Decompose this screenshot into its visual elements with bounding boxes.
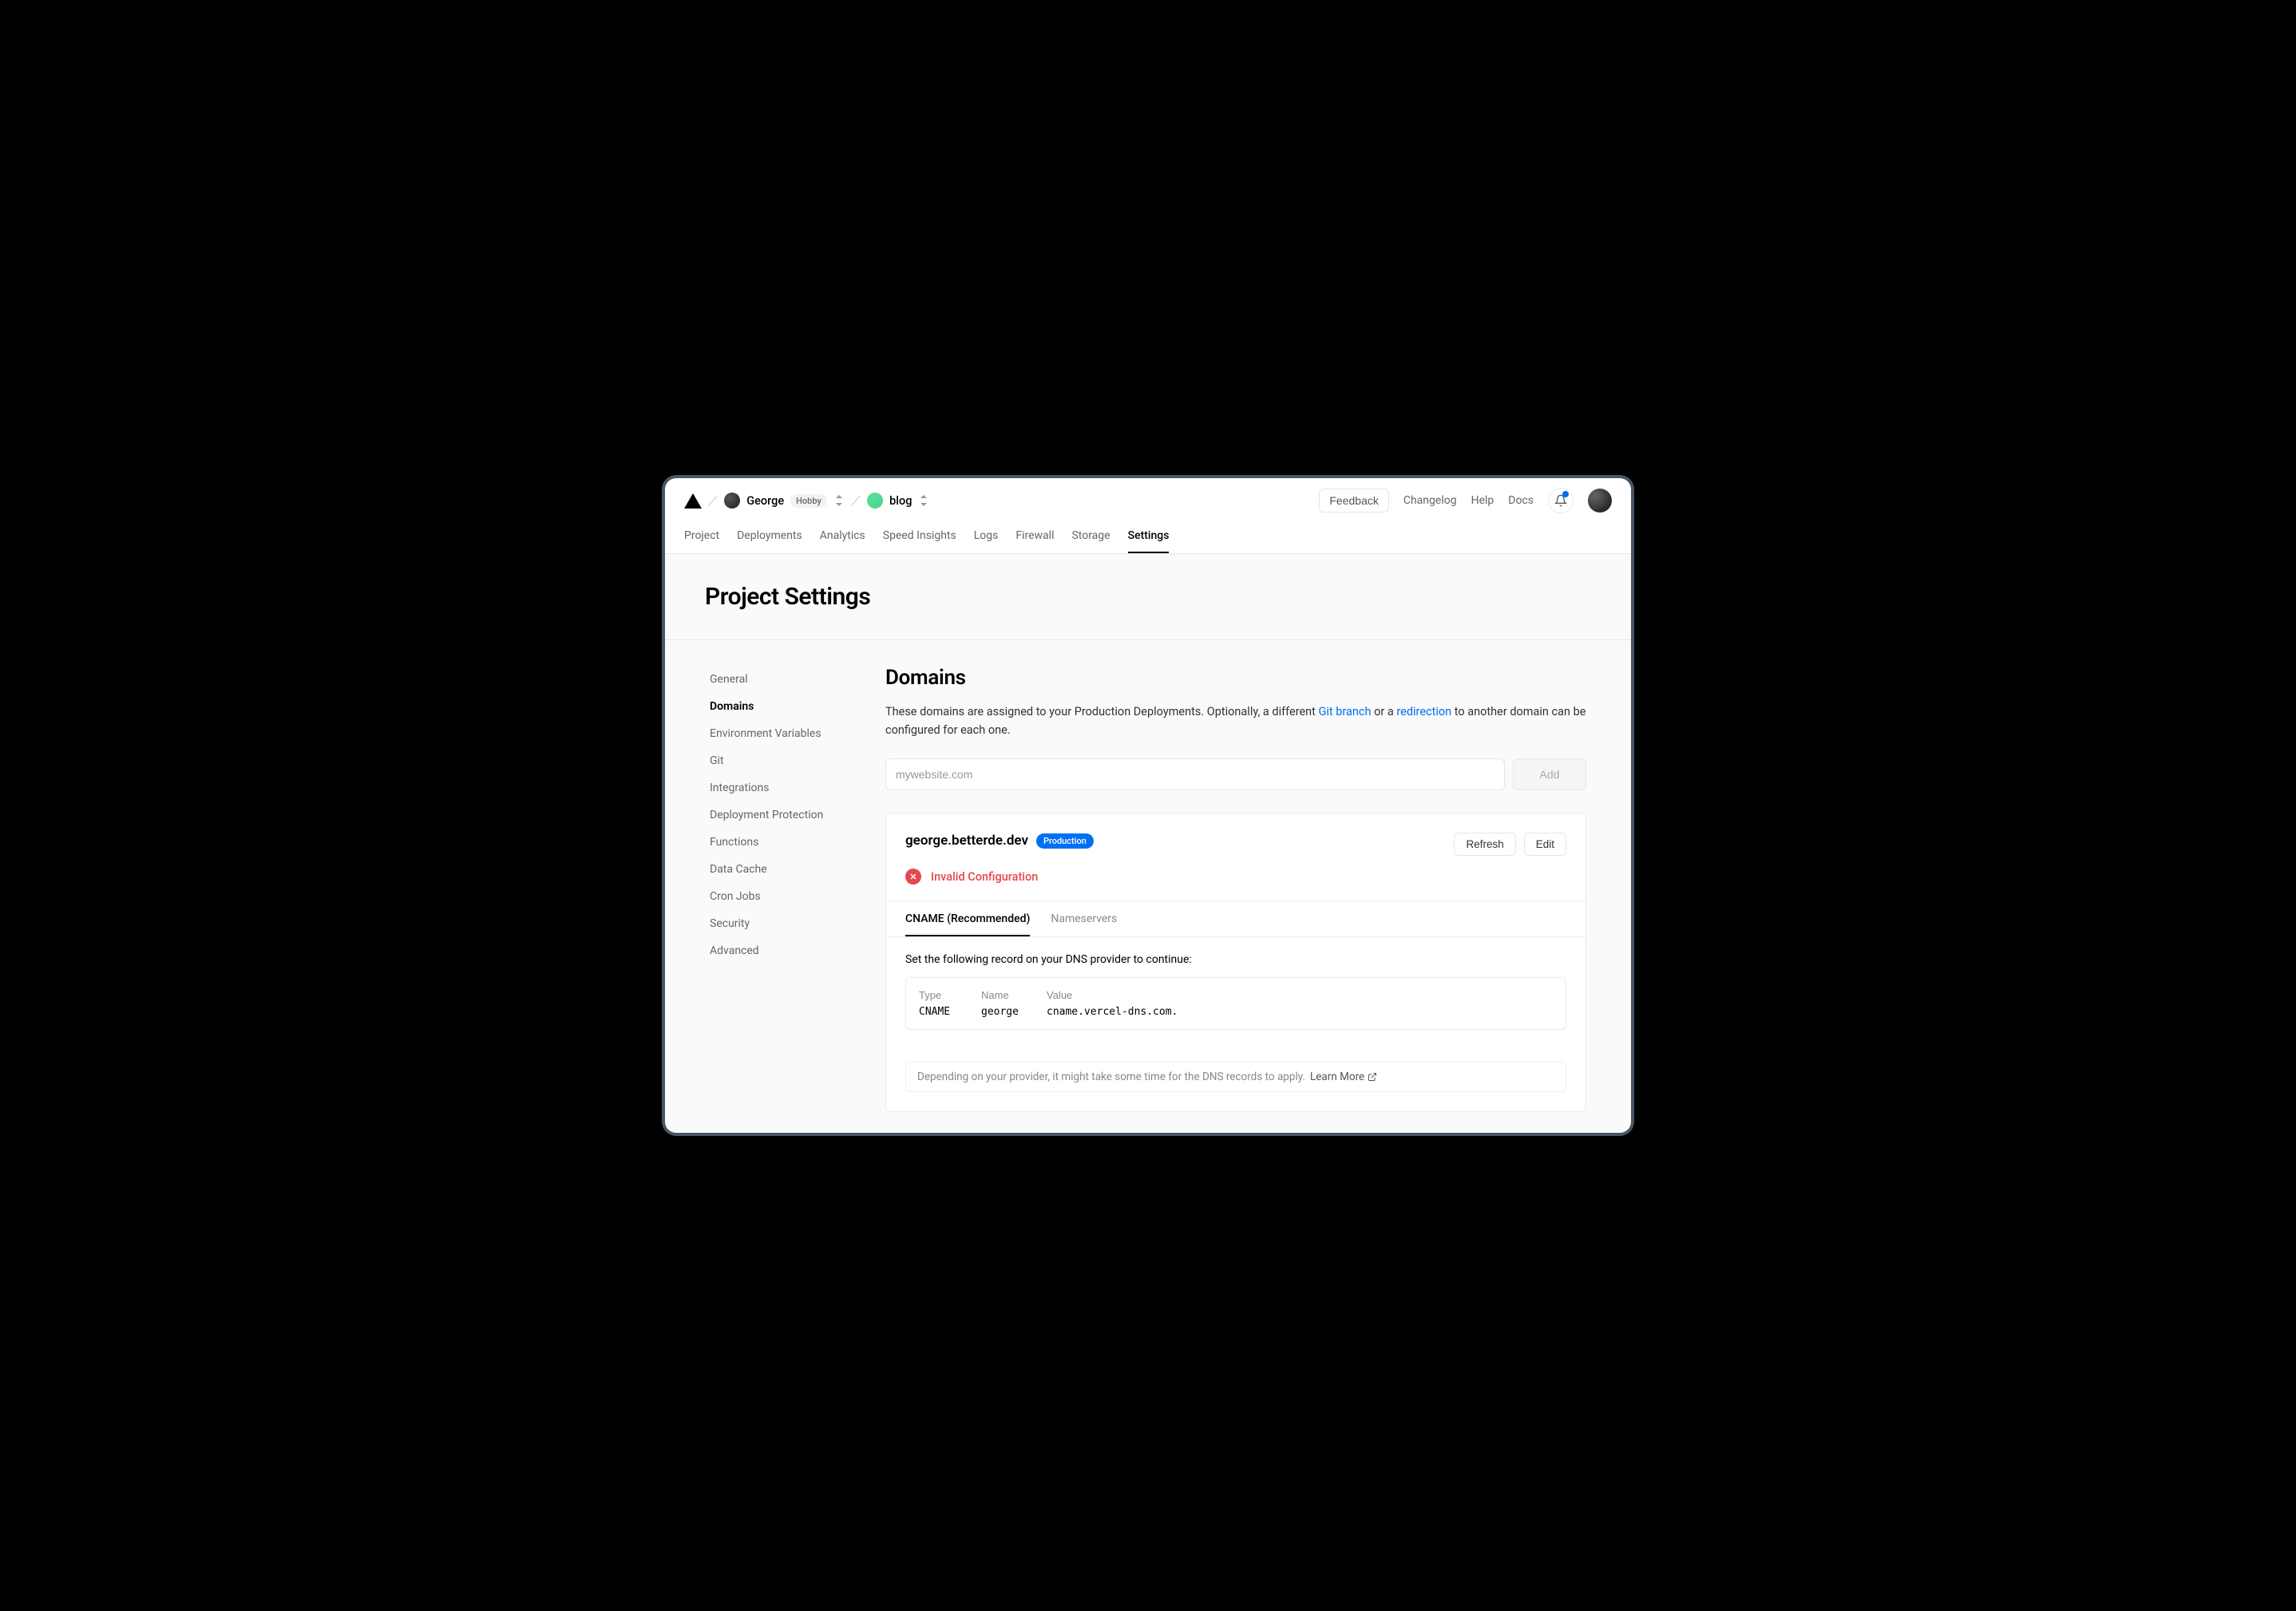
sidebar-item-cron-jobs[interactable]: Cron Jobs <box>710 883 873 910</box>
config-error-row: ✕ Invalid Configuration <box>886 856 1585 900</box>
navtab-storage[interactable]: Storage <box>1071 523 1110 553</box>
breadcrumb-user[interactable]: George Hobby <box>724 493 845 509</box>
col-type-header: Type <box>919 989 964 1001</box>
settings-sidebar: GeneralDomainsEnvironment VariablesGitIn… <box>665 640 873 1133</box>
edit-button[interactable]: Edit <box>1524 833 1566 856</box>
col-name-value: george <box>981 1006 1029 1018</box>
dns-note: Depending on your provider, it might tak… <box>905 1062 1566 1092</box>
subtab-nameservers[interactable]: Nameservers <box>1051 901 1117 936</box>
page-title: Project Settings <box>705 583 1591 611</box>
docs-link[interactable]: Docs <box>1508 494 1534 507</box>
page-title-strip: Project Settings <box>665 554 1631 640</box>
nav-tabs: Project Deployments Analytics Speed Insight… <box>665 523 1631 554</box>
sidebar-item-general[interactable]: General <box>710 666 873 693</box>
help-link[interactable]: Help <box>1471 494 1494 507</box>
external-link-icon <box>1368 1072 1377 1082</box>
sidebar-item-domains[interactable]: Domains <box>710 693 873 720</box>
sidebar-item-git[interactable]: Git <box>710 747 873 774</box>
breadcrumb-separator: / <box>849 490 862 510</box>
col-type-value: CNAME <box>919 1006 964 1018</box>
dns-subtabs: CNAME (Recommended) Nameservers <box>886 900 1585 937</box>
col-value-value: cname.vercel-dns.com. <box>1047 1006 1178 1018</box>
dns-note-text: Depending on your provider, it might tak… <box>917 1071 1305 1083</box>
dns-record-section: Set the following record on your DNS pro… <box>886 937 1585 1046</box>
navtab-analytics[interactable]: Analytics <box>820 523 865 553</box>
refresh-button[interactable]: Refresh <box>1454 833 1515 856</box>
topbar: / George Hobby / blog Feedback Changelog… <box>665 478 1631 523</box>
user-name: George <box>746 494 784 508</box>
production-badge: Production <box>1036 833 1094 849</box>
git-branch-link[interactable]: Git branch <box>1319 705 1372 718</box>
domain-name: george.betterde.dev <box>905 833 1028 849</box>
error-text: Invalid Configuration <box>931 870 1038 884</box>
user-avatar-icon <box>724 493 740 509</box>
col-value-header: Value <box>1047 989 1178 1001</box>
subtab-cname-recommended-[interactable]: CNAME (Recommended) <box>905 901 1030 936</box>
topbar-right: Feedback Changelog Help Docs <box>1319 488 1612 513</box>
breadcrumb-project[interactable]: blog <box>867 493 929 509</box>
sidebar-item-integrations[interactable]: Integrations <box>710 774 873 802</box>
add-domain-row: Add <box>885 758 1586 790</box>
learn-more-link[interactable]: Learn More <box>1310 1071 1377 1083</box>
sidebar-item-environment-variables[interactable]: Environment Variables <box>710 720 873 747</box>
navtab-firewall[interactable]: Firewall <box>1015 523 1054 553</box>
project-switcher-icon[interactable] <box>918 494 929 507</box>
project-icon <box>867 493 883 509</box>
domain-input[interactable] <box>885 758 1505 790</box>
section-heading: Domains <box>885 666 1586 690</box>
team-switcher-icon[interactable] <box>833 494 845 507</box>
app-window: / George Hobby / blog Feedback Changelog… <box>665 478 1631 1133</box>
record-intro: Set the following record on your DNS pro… <box>905 953 1566 966</box>
navtab-settings[interactable]: Settings <box>1128 523 1170 553</box>
notification-dot-icon <box>1562 491 1569 497</box>
project-name: blog <box>889 494 912 508</box>
feedback-button[interactable]: Feedback <box>1319 489 1388 513</box>
sidebar-item-advanced[interactable]: Advanced <box>710 937 873 964</box>
breadcrumb-separator: / <box>707 490 719 510</box>
account-avatar[interactable] <box>1588 489 1612 513</box>
breadcrumbs: / George Hobby / blog <box>684 491 929 510</box>
sidebar-item-deployment-protection[interactable]: Deployment Protection <box>710 802 873 829</box>
navtab-project[interactable]: Project <box>684 523 719 553</box>
changelog-link[interactable]: Changelog <box>1403 494 1457 507</box>
dns-record-table: Type CNAME Name george Value cname.verce… <box>905 977 1566 1030</box>
section-description: These domains are assigned to your Produ… <box>885 703 1586 739</box>
navtab-deployments[interactable]: Deployments <box>737 523 802 553</box>
domain-name-row: george.betterde.dev Production <box>905 833 1094 849</box>
content-area: Domains These domains are assigned to yo… <box>873 640 1631 1133</box>
add-button[interactable]: Add <box>1513 758 1586 790</box>
plan-badge: Hobby <box>790 494 827 508</box>
redirection-link[interactable]: redirection <box>1396 705 1451 718</box>
sidebar-item-data-cache[interactable]: Data Cache <box>710 856 873 883</box>
navtab-speed-insights[interactable]: Speed Insights <box>883 523 956 553</box>
navtab-logs[interactable]: Logs <box>974 523 999 553</box>
domain-card-header: george.betterde.dev Production Refresh E… <box>886 813 1585 856</box>
main-area: GeneralDomainsEnvironment VariablesGitIn… <box>665 640 1631 1133</box>
error-icon: ✕ <box>905 869 921 885</box>
vercel-logo-icon[interactable] <box>684 493 702 509</box>
col-name-header: Name <box>981 989 1029 1001</box>
notifications-button[interactable] <box>1548 488 1574 513</box>
sidebar-item-security[interactable]: Security <box>710 910 873 937</box>
domain-card-actions: Refresh Edit <box>1454 833 1566 856</box>
domain-card: george.betterde.dev Production Refresh E… <box>885 813 1586 1112</box>
sidebar-item-functions[interactable]: Functions <box>710 829 873 856</box>
